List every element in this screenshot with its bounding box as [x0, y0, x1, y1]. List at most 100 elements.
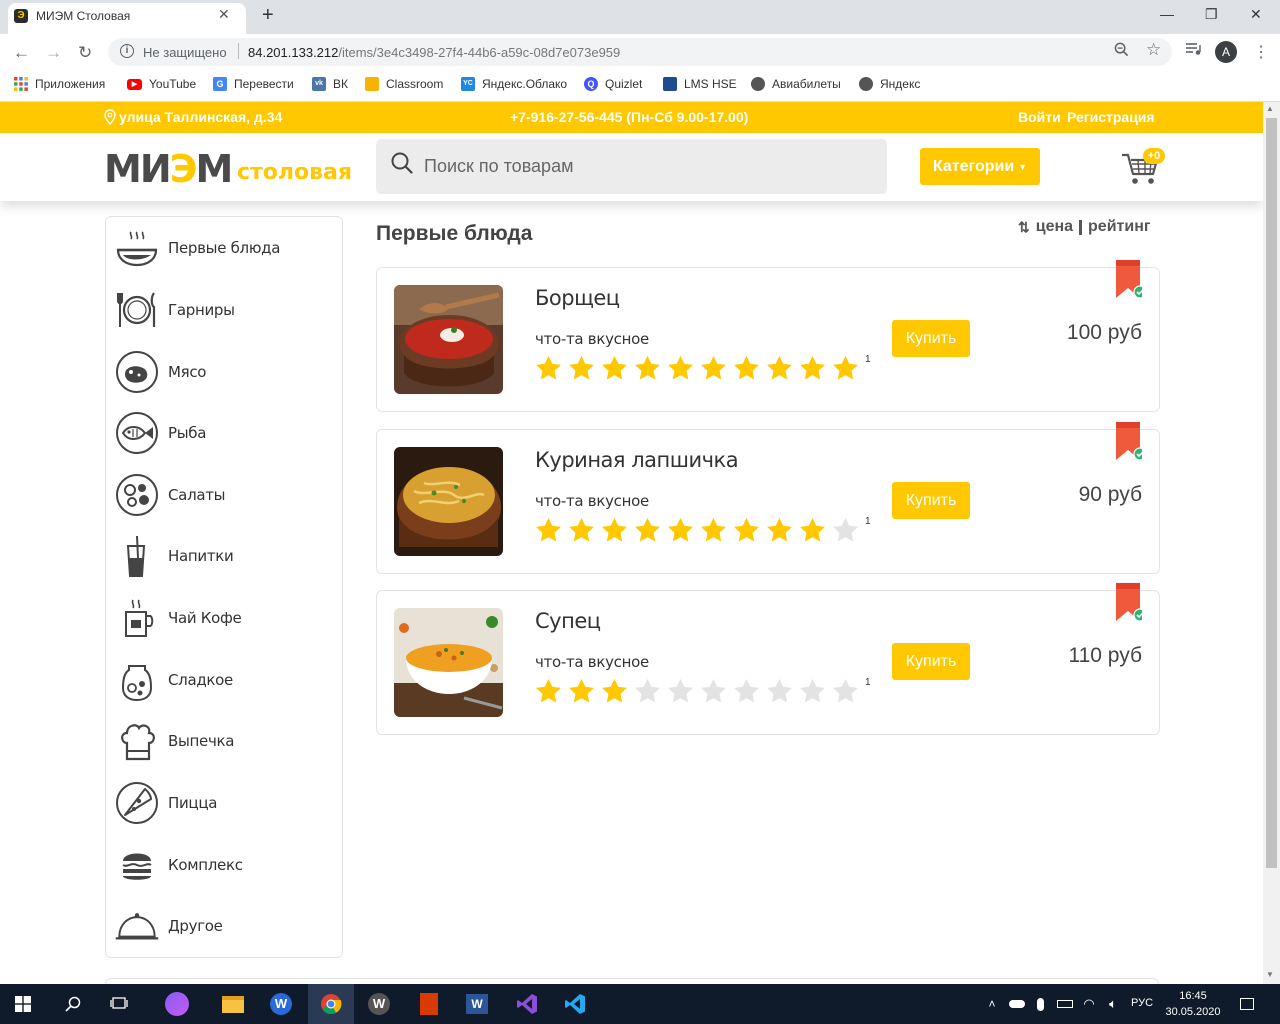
- star-filled-icon[interactable]: [600, 516, 629, 545]
- minimize-icon[interactable]: —: [1160, 6, 1174, 22]
- new-tab-icon[interactable]: +: [262, 4, 274, 27]
- scroll-down-icon[interactable]: ▼: [1266, 970, 1274, 979]
- back-icon[interactable]: ←: [13, 43, 30, 63]
- star-empty-icon[interactable]: [831, 516, 860, 545]
- buy-button[interactable]: Купить: [892, 482, 970, 519]
- sidebar-item-sides[interactable]: Гарниры: [114, 284, 336, 336]
- input-language[interactable]: РУС: [1131, 997, 1153, 1009]
- star-filled-icon[interactable]: [534, 677, 563, 706]
- rating-stars[interactable]: [534, 677, 860, 706]
- star-filled-icon[interactable]: [765, 354, 794, 383]
- sidebar-item-other[interactable]: Другое: [114, 900, 336, 952]
- star-filled-icon[interactable]: [666, 354, 695, 383]
- chrome-icon[interactable]: [308, 984, 354, 1024]
- tray-chevron-icon[interactable]: ˄: [982, 984, 1002, 1024]
- noodle-soup-image[interactable]: [394, 447, 503, 556]
- star-filled-icon[interactable]: [567, 354, 596, 383]
- star-empty-icon[interactable]: [732, 677, 761, 706]
- sort-arrows-icon[interactable]: ⇅: [1018, 219, 1030, 236]
- star-filled-icon[interactable]: [600, 677, 629, 706]
- star-empty-icon[interactable]: [633, 677, 662, 706]
- star-empty-icon[interactable]: [831, 677, 860, 706]
- bookmark-apps[interactable]: Приложения: [14, 77, 105, 91]
- sidebar-item-meat[interactable]: Мясо: [114, 346, 336, 398]
- office-icon[interactable]: [406, 984, 452, 1024]
- bookmark-youtube[interactable]: ▶ YouTube: [127, 77, 196, 91]
- scrollbar-thumb[interactable]: [1266, 118, 1277, 868]
- bookmark-lms[interactable]: LMS HSE: [663, 77, 737, 91]
- bookmark-star-icon[interactable]: ☆: [1146, 40, 1161, 60]
- word-icon[interactable]: W: [454, 984, 500, 1024]
- star-empty-icon[interactable]: [765, 677, 794, 706]
- tab-close-icon[interactable]: ✕: [218, 6, 230, 23]
- star-empty-icon[interactable]: [699, 677, 728, 706]
- visual-studio-icon[interactable]: [504, 984, 550, 1024]
- star-empty-icon[interactable]: [798, 677, 827, 706]
- star-filled-icon[interactable]: [534, 354, 563, 383]
- bookmark-yandex[interactable]: Яндекс: [859, 77, 920, 91]
- favorite-bookmark-icon[interactable]: [1116, 260, 1142, 298]
- star-filled-icon[interactable]: [633, 354, 662, 383]
- star-filled-icon[interactable]: [732, 354, 761, 383]
- star-filled-icon[interactable]: [831, 354, 860, 383]
- bookmark-translate[interactable]: G Перевести: [213, 77, 294, 91]
- product-name[interactable]: Куриная лапшичка: [535, 448, 739, 472]
- star-filled-icon[interactable]: [567, 516, 596, 545]
- star-filled-icon[interactable]: [600, 354, 629, 383]
- wps-writer-icon[interactable]: W: [258, 984, 304, 1024]
- buy-button[interactable]: Купить: [892, 320, 970, 357]
- product-name[interactable]: Супец: [535, 609, 601, 633]
- star-filled-icon[interactable]: [798, 516, 827, 545]
- sidebar-item-bakery[interactable]: Выпечка: [114, 715, 336, 767]
- windows-start-icon[interactable]: [0, 984, 46, 1024]
- categories-button[interactable]: Категории ▼: [920, 148, 1040, 185]
- info-icon[interactable]: i: [120, 44, 134, 58]
- bookmark-yandex-cloud[interactable]: YC Яндекс.Облако: [461, 77, 567, 91]
- star-filled-icon[interactable]: [633, 516, 662, 545]
- star-filled-icon[interactable]: [567, 677, 596, 706]
- bookmark-quizlet[interactable]: Q Quizlet: [584, 77, 642, 91]
- search-icon[interactable]: [391, 152, 413, 174]
- notifications-icon[interactable]: [1232, 984, 1262, 1024]
- star-filled-icon[interactable]: [534, 516, 563, 545]
- sidebar-item-drinks[interactable]: Напитки: [114, 530, 336, 582]
- reload-icon[interactable]: ↻: [78, 43, 92, 63]
- product-name[interactable]: Борщец: [535, 286, 620, 310]
- site-logo[interactable]: МИЭМ: [104, 147, 233, 191]
- task-view-icon[interactable]: [96, 984, 142, 1024]
- bookmark-classroom[interactable]: Classroom: [365, 77, 443, 91]
- taskbar-search-icon[interactable]: [50, 984, 96, 1024]
- buy-button[interactable]: Купить: [892, 643, 970, 680]
- favorite-bookmark-icon[interactable]: [1116, 422, 1142, 460]
- bookmark-avia[interactable]: Авиабилеты: [751, 77, 841, 91]
- zoom-icon[interactable]: [1114, 42, 1129, 60]
- bookmark-vk[interactable]: vk ВК: [312, 77, 348, 91]
- sidebar-item-tea-coffee[interactable]: Чай Кофе: [114, 592, 336, 644]
- pumpkin-soup-image[interactable]: [394, 608, 503, 717]
- media-control-icon[interactable]: [1186, 42, 1202, 59]
- sidebar-item-fish[interactable]: Рыба: [114, 407, 336, 459]
- rating-stars[interactable]: [534, 354, 860, 383]
- sidebar-item-first-courses[interactable]: Первые блюда: [114, 222, 336, 274]
- battery-icon[interactable]: [1054, 984, 1076, 1024]
- forward-icon[interactable]: →: [45, 43, 62, 63]
- star-empty-icon[interactable]: [666, 677, 695, 706]
- vscode-icon[interactable]: [552, 984, 598, 1024]
- volume-icon[interactable]: 🔈︎: [1102, 984, 1124, 1024]
- star-filled-icon[interactable]: [699, 354, 728, 383]
- sidebar-item-pizza[interactable]: Пицца: [114, 777, 336, 829]
- file-explorer-icon[interactable]: [210, 984, 256, 1024]
- wps-icon[interactable]: W: [356, 984, 402, 1024]
- sidebar-item-sweets[interactable]: Сладкое: [114, 654, 336, 706]
- login-link[interactable]: Войти: [1018, 109, 1061, 125]
- rating-stars[interactable]: [534, 516, 860, 545]
- wifi-icon[interactable]: ◠: [1078, 984, 1100, 1024]
- star-filled-icon[interactable]: [699, 516, 728, 545]
- favorite-bookmark-icon[interactable]: [1116, 583, 1142, 621]
- system-clock[interactable]: 16:45 30.05.2020: [1158, 988, 1228, 1020]
- search-input[interactable]: [424, 139, 879, 194]
- onedrive-icon[interactable]: [1006, 984, 1028, 1024]
- star-filled-icon[interactable]: [798, 354, 827, 383]
- alice-assistant-icon[interactable]: [154, 984, 200, 1024]
- star-filled-icon[interactable]: [765, 516, 794, 545]
